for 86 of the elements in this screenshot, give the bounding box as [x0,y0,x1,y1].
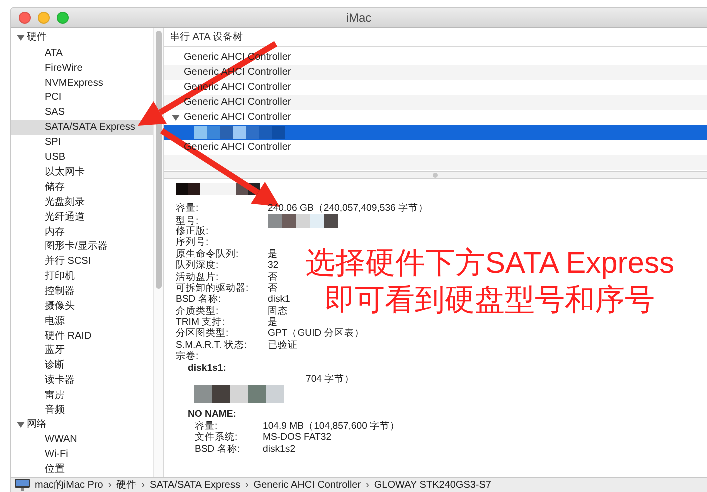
field-value: 否 [268,272,278,283]
sidebar-item[interactable]: Wi-Fi [11,447,153,462]
sidebar-item[interactable]: 硬件 RAID [11,328,153,344]
sidebar-item[interactable]: 摄像头 [11,298,153,314]
field-value: MS-DOS FAT32 [263,432,332,444]
annotation-text: 即可看到硬盘型号和序号 [325,283,655,319]
field-label: 活动盘片: [176,272,219,283]
sidebar-item[interactable]: 读卡器 [11,372,153,388]
sidebar-item[interactable]: WWAN [11,432,153,448]
sidebar-item[interactable]: 光盘刻录 [11,194,153,210]
field-label: BSD 名称: [176,294,222,306]
sidebar-item[interactable]: 诊断 [11,358,153,373]
path-separator: › [108,480,112,490]
sidebar-item[interactable]: USB [11,150,153,165]
tree-row[interactable]: Generic AHCI Controller [164,95,707,110]
field-label: 序列号: [176,237,209,248]
field-label: 分区图类型: [176,328,229,340]
path-item[interactable]: 硬件 [116,478,137,492]
tree-row[interactable] [164,125,707,140]
sidebar-item[interactable]: PCI [11,90,153,106]
path-item[interactable]: mac的iMac Pro [35,478,104,492]
sidebar-item[interactable]: 储存 [11,180,153,194]
field-value: disk1 [268,294,290,306]
sidebar-item[interactable]: 雷雳 [11,388,153,402]
field-value: 104.9 MB（104,857,600 字节） [263,420,400,432]
zoom-button[interactable] [57,12,69,24]
sidebar-item[interactable]: SPI [11,135,153,150]
field-value: 固态 [268,306,288,317]
field-label: 宗卷: [176,351,199,362]
volume-name: NO NAME: [188,409,238,420]
field-value: 704 字节） [306,374,355,386]
sidebar-group[interactable]: 硬件 [11,31,153,46]
field-label: 队列深度: [176,260,219,272]
sidebar-item[interactable]: 控制器 [11,284,153,298]
split-handle[interactable] [164,171,707,179]
field-label: 可拆卸的驱动器: [176,282,249,294]
volume-name: disk1s1: [188,362,228,374]
sidebar-item[interactable]: 内存 [11,224,153,240]
field-value: GPT（GUID 分区表） [268,328,364,340]
sidebar-item[interactable]: 以太网卡 [11,164,153,180]
sidebar-group[interactable]: 网络 [11,417,153,432]
sidebar-item[interactable]: 电源 [11,313,153,328]
field-label: 介质类型: [176,306,219,317]
field-value: 240.06 GB（240,057,409,536 字节） [268,203,429,214]
field-label: 容量: [176,203,199,214]
field-value: 否 [268,282,278,294]
disclosure-triangle-icon[interactable] [172,114,180,122]
path-item[interactable]: GLOWAY STK240GS3-S7 [374,480,492,490]
scrollbar[interactable] [153,28,164,477]
sidebar-item[interactable]: 蓝牙 [11,343,153,358]
field-value: 已验证 [268,340,298,351]
close-button[interactable] [19,12,31,24]
sidebar-item[interactable]: FireWire [11,60,153,76]
field-label: TRIM 支持: [176,317,225,328]
redaction-drawing [268,214,338,228]
sidebar-item[interactable]: 位置 [11,462,153,477]
sidebar-item[interactable]: SATA/SATA Express [11,120,153,136]
window-title: iMac [346,10,372,24]
monitor-icon [15,479,30,491]
disclosure-triangle-icon[interactable] [17,420,25,429]
sidebar-item[interactable]: 音频 [11,402,153,418]
path-item[interactable]: SATA/SATA Express [150,480,240,490]
sidebar-item[interactable]: ATA [11,46,153,61]
field-value: 是 [268,317,278,328]
path-separator: › [142,480,146,490]
field-label: 修正版: [176,226,209,237]
sidebar-item[interactable]: SAS [11,105,153,120]
field-label: 文件系统: [195,432,238,444]
field-label: S.M.A.R.T. 状态: [176,340,248,351]
sidebar-item[interactable]: 并行 SCSI [11,254,153,269]
path-item[interactable]: Generic AHCI Controller [254,480,362,490]
field-label: 容量: [195,420,218,432]
sidebar-item[interactable]: 光纤通道 [11,209,153,224]
field-label: BSD 名称: [195,444,240,455]
disclosure-triangle-icon[interactable] [17,34,25,42]
field-label: 原生命令队列: [176,248,239,260]
field-value: disk1s2 [263,444,296,455]
sidebar-item[interactable]: NVMExpress [11,76,153,90]
field-value: 是 [268,248,278,260]
sidebar-item[interactable]: 打印机 [11,268,153,284]
field-value: 32 [268,260,279,272]
annotation-text: 选择硬件下方SATA Express [306,246,674,282]
path-separator: › [366,480,370,490]
field-label: 型号: [176,216,199,227]
sidebar-item[interactable]: 图形卡/显示器 [11,239,153,254]
path-separator: › [245,480,249,490]
